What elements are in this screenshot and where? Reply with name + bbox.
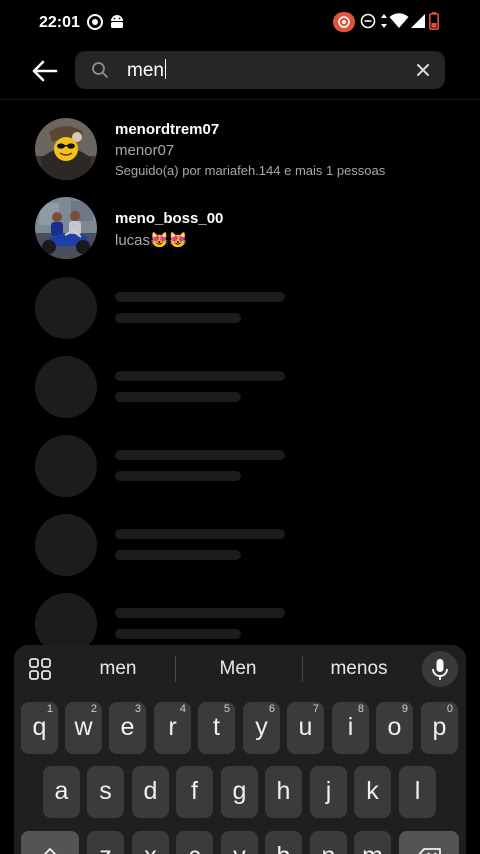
skeleton-line [115,292,285,302]
key-y[interactable]: y6 [243,702,280,754]
key-label: p [432,713,447,741]
key-w[interactable]: w2 [65,702,102,754]
skeleton-line [115,471,241,481]
key-h[interactable]: h [265,766,302,818]
avatar [35,118,97,180]
skeleton-avatar [35,435,97,497]
skeleton-line [115,608,285,618]
key-z[interactable]: z [87,831,124,854]
key-u[interactable]: u7 [287,702,324,754]
key-v[interactable]: v [221,831,258,854]
do-not-disturb-icon [360,13,376,34]
search-input[interactable]: men [75,51,445,89]
result-followed-by: Seguido(a) por mariafeh.144 e mais 1 pes… [115,163,386,178]
status-time: 22:01 [39,14,80,31]
key-label: w [74,713,93,741]
data-transfer-icon [380,13,388,34]
skeleton-avatar [35,514,97,576]
key-s[interactable]: s [87,766,124,818]
key-hint: 5 [223,703,230,715]
backspace-icon [416,842,442,854]
result-full-name: menor07 [115,142,175,159]
search-header: men [0,44,480,100]
wifi-icon [389,13,409,34]
key-hint: 3 [134,703,141,715]
clear-search-icon[interactable] [413,60,433,80]
result-full-name: lucas😻😻 [115,232,188,249]
backspace-key[interactable] [399,831,459,854]
key-a[interactable]: a [43,766,80,818]
battery-icon [429,12,439,35]
key-q[interactable]: q1 [21,702,58,754]
suggestion-divider [175,656,176,682]
suggestion-item[interactable]: menos [304,658,414,680]
result-username: meno_boss_00 [115,210,224,227]
skeleton-line [115,392,241,402]
skeleton-line [115,529,285,539]
microphone-icon[interactable] [422,651,458,687]
key-hint: 7 [312,703,319,715]
key-label: e [120,713,135,741]
key-label: i [347,713,354,741]
key-label: q [32,713,47,741]
search-query-text: men [127,59,166,82]
key-l[interactable]: l [399,766,436,818]
key-label: o [387,713,402,741]
suggestion-divider [302,656,303,682]
key-hint: 0 [446,703,453,715]
keyboard-apps-grid-icon[interactable] [26,655,54,683]
key-label: t [213,713,220,741]
suggestion-item[interactable]: Men [183,658,293,680]
on-screen-keyboard: men Men menos q1 w2 e3 r4 t5 y6 u7 i8 o9… [14,645,466,854]
key-d[interactable]: d [132,766,169,818]
key-c[interactable]: c [176,831,213,854]
suggestion-item[interactable]: men [63,658,173,680]
key-label: u [298,713,313,741]
cell-signal-icon [411,13,425,34]
skeleton-line [115,550,241,560]
key-hint: 8 [357,703,364,715]
skeleton-line [115,450,285,460]
search-result-item[interactable]: meno_boss_00 lucas😻😻 [0,190,480,270]
key-f[interactable]: f [176,766,213,818]
search-icon [91,61,109,84]
shift-key[interactable] [21,831,79,854]
key-hint: 4 [179,703,186,715]
key-p[interactable]: p0 [421,702,458,754]
status-bar: 22:01 [0,0,480,44]
key-x[interactable]: x [132,831,169,854]
avatar [35,197,97,259]
key-m[interactable]: m [354,831,391,854]
result-username: menordtrem07 [115,121,220,138]
skeleton-line [115,371,285,381]
key-hint: 1 [46,703,53,715]
skeleton-avatar [35,356,97,418]
screen-record-icon [86,13,104,36]
key-e[interactable]: e3 [109,702,146,754]
key-n[interactable]: n [310,831,347,854]
skeleton-line [115,629,241,639]
key-b[interactable]: b [265,831,302,854]
skeleton-avatar [35,277,97,339]
suggestion-strip: men Men menos [14,645,466,693]
key-hint: 6 [268,703,275,715]
recording-indicator-icon [333,12,355,37]
back-arrow-icon[interactable] [28,54,62,88]
key-hint: 9 [401,703,408,715]
key-i[interactable]: i8 [332,702,369,754]
search-result-item[interactable]: menordtrem07 menor07 Seguido(a) por mari… [0,110,480,190]
key-g[interactable]: g [221,766,258,818]
key-label: r [168,713,177,741]
key-o[interactable]: o9 [376,702,413,754]
key-hint: 2 [90,703,97,715]
key-k[interactable]: k [354,766,391,818]
skeleton-line [115,313,241,323]
key-r[interactable]: r4 [154,702,191,754]
shift-icon [39,842,61,854]
key-label: y [255,713,268,741]
key-j[interactable]: j [310,766,347,818]
key-t[interactable]: t5 [198,702,235,754]
android-icon [109,13,125,36]
